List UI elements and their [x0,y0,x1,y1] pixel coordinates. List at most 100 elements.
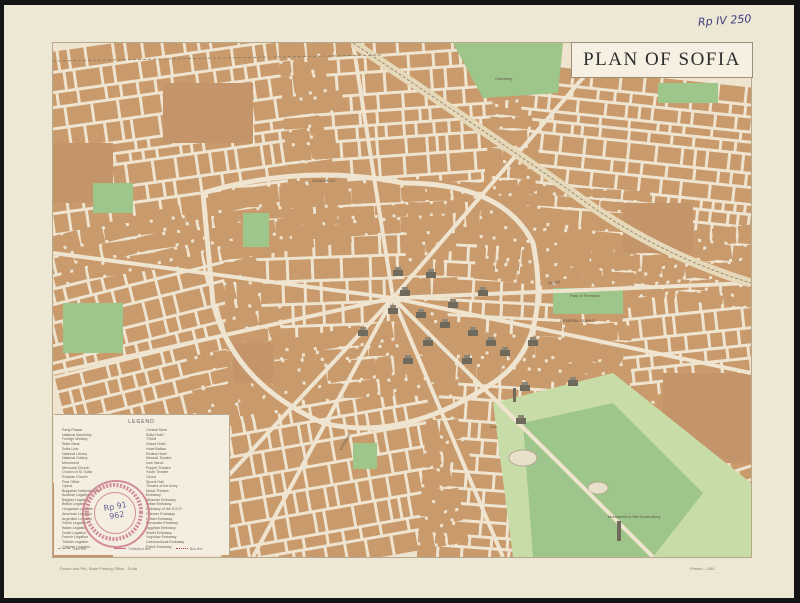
city-block [710,212,727,224]
city-block [147,182,164,199]
city-block [377,182,401,203]
city-block [339,58,365,73]
city-block [571,360,593,372]
city-block [734,187,751,204]
tram-line-label: Tram line [72,547,87,551]
city-block [568,210,580,230]
city-block [511,184,535,195]
city-block [105,121,123,142]
city-block [605,189,622,200]
landmark-roof [530,337,536,340]
city-block [404,109,420,122]
city-block [397,43,423,53]
city-block [131,151,143,161]
city-block [325,219,335,235]
city-block [387,124,404,137]
city-block [457,536,469,546]
park-patch [353,443,377,469]
city-block [304,184,322,206]
city-block [176,155,198,178]
city-block [711,227,725,246]
city-block [273,239,285,258]
city-block [421,277,431,298]
city-block [706,348,727,361]
landmark-roof [470,327,476,330]
city-block [661,267,683,282]
landmark-body [388,308,398,314]
city-block [724,330,739,346]
city-block [447,536,456,545]
city-block [302,220,310,236]
city-block [230,419,244,434]
city-block [115,62,141,83]
city-block [438,546,461,557]
city-block [409,53,433,68]
city-block [297,99,311,115]
landmark-body [486,340,496,346]
city-block [86,123,106,145]
city-block [674,313,703,334]
city-block [583,126,600,137]
city-block [332,97,351,113]
city-block [495,228,515,247]
city-block [212,349,230,369]
park-patch [658,83,718,103]
landmark-body [403,358,413,364]
city-block [416,545,437,557]
city-block [121,82,138,97]
landmark-roof [418,309,424,312]
city-block [557,198,569,208]
city-block [106,84,121,99]
city-block [53,213,70,234]
city-block [286,371,304,391]
city-block [312,129,336,142]
city-block [470,537,491,548]
city-block [623,190,651,201]
city-block [313,59,338,75]
city-block [651,368,665,381]
city-block [282,101,296,116]
city-block [261,186,277,207]
city-block [336,482,359,506]
city-block [498,248,508,264]
city-block [342,141,359,158]
city-block [315,207,341,218]
city-block [719,171,731,184]
city-block [142,43,163,58]
city-block [463,133,479,150]
city-block [294,78,310,98]
city-block [595,362,604,373]
city-block [417,122,433,135]
city-block [724,203,734,212]
city-block [303,144,312,161]
map-title: PLAN OF SOFIA [583,49,741,70]
city-block [254,79,270,99]
trolley-line-label: Trolleybus line [128,547,151,551]
city-block [627,105,639,119]
city-block [606,103,626,118]
city-block [428,136,437,152]
city-block [378,110,403,124]
city-block [700,289,722,311]
city-block [442,520,453,534]
city-block [471,353,482,365]
city-block [211,150,227,173]
city-block [702,201,713,209]
city-block [421,202,431,223]
city-block [289,43,305,61]
city-block [470,264,496,279]
city-block [446,67,465,88]
city-block [680,111,692,125]
city-block [230,434,250,456]
city-block [342,257,370,279]
city-block [653,108,679,123]
city-block [418,519,441,533]
city-block [629,296,654,318]
city-block [547,358,569,371]
city-block [310,115,333,128]
monument-icon [513,388,516,402]
city-block [375,43,397,55]
city-block [585,138,604,157]
city-block [364,72,384,93]
landmark-roof [442,319,448,322]
